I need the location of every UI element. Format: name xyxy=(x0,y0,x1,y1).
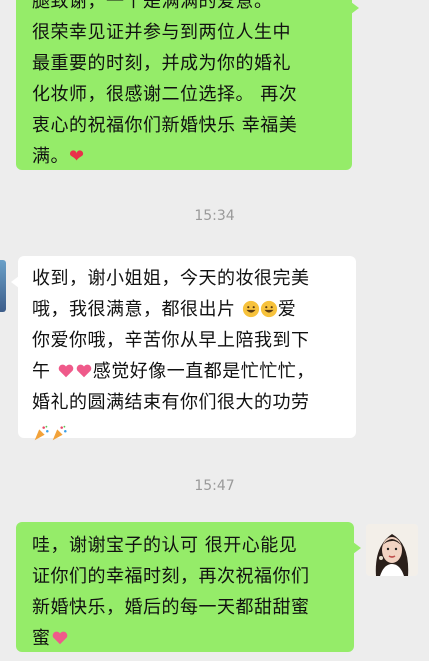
message-line: 哦，我很满意，都很出片 爱 xyxy=(32,294,346,325)
timestamp: 15:47 xyxy=(194,478,235,494)
message-bubble-incoming[interactable]: 收到，谢小姐姐，今天的妆很完美 哦，我很满意，都很出片 爱 你爱你哦，辛苦你从早… xyxy=(11,256,356,441)
grinning-face-emoji-icon xyxy=(260,300,277,318)
party-popper-icon xyxy=(52,425,67,441)
contact-avatar[interactable] xyxy=(0,260,6,312)
user-avatar[interactable] xyxy=(366,524,418,576)
message-line: 很荣幸见证并参与到两位人生中 xyxy=(32,22,291,43)
pink-heart-icon xyxy=(58,364,74,378)
pink-heart-icon xyxy=(52,631,67,645)
message-line-text: 满。 xyxy=(32,146,69,167)
grinning-face-emoji-icon xyxy=(242,300,259,318)
message-line-text: 爱 xyxy=(277,299,297,320)
message-line: 收到，谢小姐姐，今天的妆很完美 xyxy=(32,268,310,289)
message-line: 新婚快乐，婚后的每一天都甜甜蜜 xyxy=(32,597,310,618)
party-popper-icon xyxy=(34,425,49,441)
message-line: 蜜 xyxy=(32,623,342,654)
message-line: 满。❤ xyxy=(32,141,338,172)
message-line: 婚礼的圆满结束有你们很大的功劳 xyxy=(32,392,310,413)
pink-heart-icon xyxy=(76,364,92,378)
message-line-text: 午 xyxy=(32,361,51,382)
user-avatar-image xyxy=(366,524,418,576)
message-line-text: 感觉好像一直都是忙忙忙， xyxy=(92,361,315,382)
message-line: 腿致谢，一个是满满的爱意。 xyxy=(32,0,273,12)
message-line-text: 哦，我很满意，都很出片 xyxy=(32,299,236,320)
message-line xyxy=(32,418,346,449)
message-bubble-outgoing-2[interactable]: 哇，谢谢宝子的认可 很开心能见 证你们的幸福时刻，再次祝福你们 新婚快乐，婚后的… xyxy=(16,522,361,654)
message-line: 哇，谢谢宝子的认可 很开心能见 xyxy=(32,535,298,556)
red-heart-icon: ❤ xyxy=(69,146,85,167)
message-line: 证你们的幸福时刻，再次祝福你们 xyxy=(32,566,310,587)
message-line: 衷心的祝福你们新婚快乐 幸福美 xyxy=(32,115,298,136)
message-bubble-outgoing-1[interactable]: 腿致谢，一个是满满的爱意。 很荣幸见证并参与到两位人生中 最重要的时刻，并成为你… xyxy=(16,0,359,172)
message-line-text: 蜜 xyxy=(32,628,51,649)
message-line: 化妆师，很感谢二位选择。 再次 xyxy=(32,84,298,105)
timestamp: 15:34 xyxy=(194,208,235,224)
message-line: 最重要的时刻，并成为你的婚礼 xyxy=(32,53,291,74)
message-line: 午 感觉好像一直都是忙忙忙， xyxy=(32,356,346,387)
message-line: 你爱你哦，辛苦你从早上陪我到下 xyxy=(32,330,310,351)
